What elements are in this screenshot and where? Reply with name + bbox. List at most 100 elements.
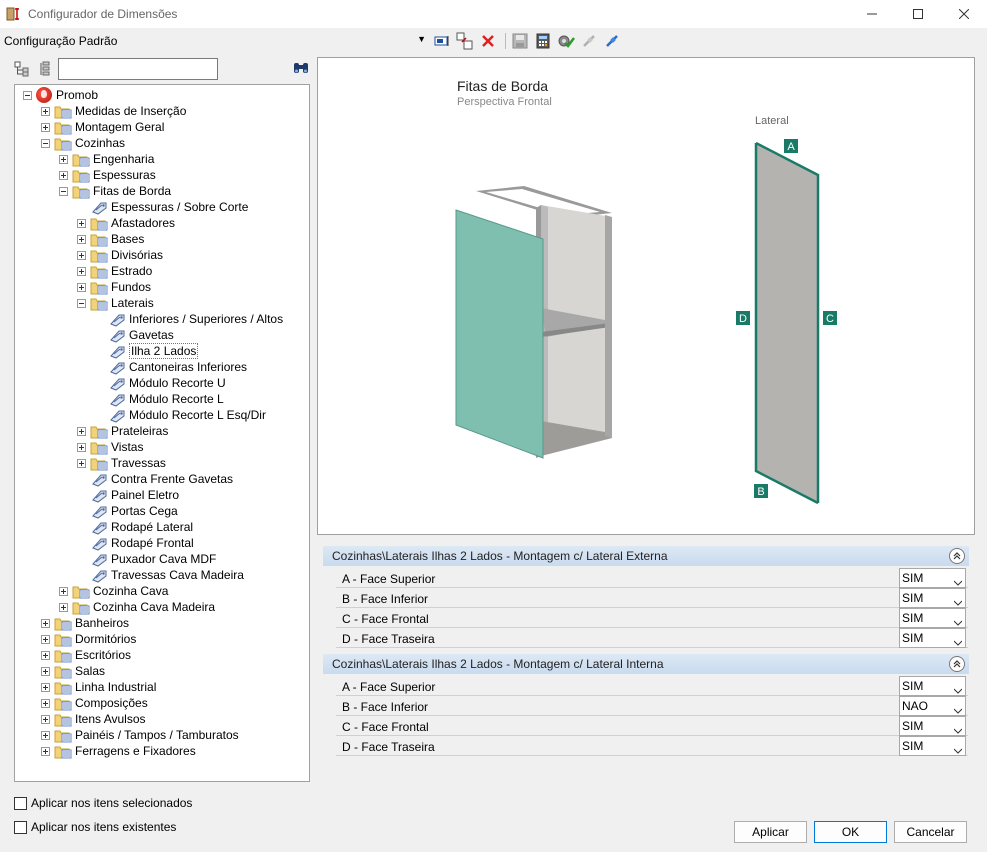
collapse-icon[interactable] (59, 186, 68, 196)
expand-icon[interactable] (77, 218, 86, 228)
collapse-group-button[interactable] (949, 656, 965, 672)
tree-item[interactable]: Divisórias (77, 247, 163, 263)
tree-item[interactable]: Banheiros (41, 615, 129, 631)
expand-icon[interactable] (59, 586, 68, 596)
tree-item[interactable]: Módulo Recorte L Esq/Dir (95, 407, 266, 423)
tree-item[interactable]: Cozinha Cava (59, 583, 168, 599)
tree-item[interactable]: Puxador Cava MDF (77, 551, 216, 567)
tree-item[interactable]: Dormitórios (41, 631, 136, 647)
tree-item[interactable]: Afastadores (77, 215, 175, 231)
property-select[interactable]: SIM (899, 736, 966, 756)
configuration-dropdown[interactable]: Configuração Padrão ▼ (2, 31, 428, 51)
save-button[interactable] (510, 31, 530, 51)
expand-icon[interactable] (41, 122, 50, 132)
tree-item[interactable]: Rodapé Frontal (77, 535, 194, 551)
tree-item[interactable]: Promob (23, 87, 98, 103)
tree-item[interactable]: Espessuras (59, 167, 156, 183)
expand-icon[interactable] (41, 746, 50, 756)
tree-item[interactable]: Travessas Cava Madeira (77, 567, 244, 583)
tree-item[interactable]: Cozinha Cava Madeira (59, 599, 215, 615)
property-select[interactable]: NAO (899, 696, 966, 716)
tree-item[interactable]: Linha Industrial (41, 679, 156, 695)
tree-item[interactable]: Prateleiras (77, 423, 168, 439)
apply-existing-option[interactable]: Aplicar nos itens existentes (14, 820, 176, 834)
expand-icon[interactable] (41, 618, 50, 628)
tree-item[interactable]: Ilha 2 Lados (95, 343, 199, 359)
tree-item[interactable]: Escritórios (41, 647, 131, 663)
cancel-button[interactable]: Cancelar (894, 821, 967, 843)
tree-item[interactable]: Vistas (77, 439, 143, 455)
expand-icon[interactable] (41, 698, 50, 708)
expand-icon[interactable] (41, 730, 50, 740)
calculator-button[interactable] (533, 31, 553, 51)
ok-button[interactable]: OK (814, 821, 887, 843)
tree-item[interactable]: Montagem Geral (41, 119, 164, 135)
collapse-group-button[interactable] (949, 548, 965, 564)
expand-icon[interactable] (77, 426, 86, 436)
tree-item[interactable]: Travessas (77, 455, 166, 471)
expand-icon[interactable] (77, 250, 86, 260)
expand-icon[interactable] (41, 682, 50, 692)
apply-selected-option[interactable]: Aplicar nos itens selecionados (14, 796, 192, 810)
tree-item[interactable]: Cantoneiras Inferiores (95, 359, 247, 375)
tree-item[interactable]: Laterais (77, 295, 154, 311)
tree-item[interactable]: Cozinhas (41, 135, 125, 151)
expand-icon[interactable] (41, 634, 50, 644)
tree-item[interactable]: Fitas de Borda (59, 183, 171, 199)
tree-item[interactable]: Ferragens e Fixadores (41, 743, 196, 759)
tree-item[interactable]: Bases (77, 231, 144, 247)
tree-item[interactable]: Gavetas (95, 327, 174, 343)
tree-item[interactable]: Rodapé Lateral (77, 519, 193, 535)
property-select[interactable]: SIM (899, 716, 966, 736)
tree-item[interactable]: Inferiores / Superiores / Altos (95, 311, 283, 327)
apply-button[interactable]: Aplicar (734, 821, 807, 843)
tree-item[interactable]: Portas Cega (77, 503, 178, 519)
expand-icon[interactable] (77, 282, 86, 292)
expand-icon[interactable] (41, 106, 50, 116)
category-tree[interactable]: Promob Medidas de Inserção Montagem Geral C… (14, 84, 310, 782)
expand-icon[interactable] (77, 234, 86, 244)
tree-item[interactable]: Estrado (77, 263, 152, 279)
tree-search-input[interactable] (58, 58, 218, 80)
find-button[interactable] (292, 60, 310, 76)
collapse-icon[interactable] (77, 298, 86, 308)
expand-tree-button[interactable] (14, 61, 30, 77)
tree-item[interactable]: Espessuras / Sobre Corte (77, 199, 248, 215)
tree-item[interactable]: Salas (41, 663, 105, 679)
maximize-button[interactable] (895, 0, 941, 28)
expand-icon[interactable] (59, 154, 68, 164)
property-group-header[interactable]: Cozinhas\Laterais Ilhas 2 Lados - Montag… (323, 546, 969, 566)
tree-item[interactable]: Painéis / Tampos / Tamburatos (41, 727, 239, 743)
expand-icon[interactable] (59, 170, 68, 180)
expand-icon[interactable] (41, 666, 50, 676)
tree-item[interactable]: Fundos (77, 279, 151, 295)
tree-item[interactable]: Contra Frente Gavetas (77, 471, 233, 487)
tree-item[interactable]: Itens Avulsos (41, 711, 146, 727)
tree-item[interactable]: Composições (41, 695, 148, 711)
property-select[interactable]: SIM (899, 676, 966, 696)
expand-icon[interactable] (41, 650, 50, 660)
minimize-button[interactable] (849, 0, 895, 28)
property-select[interactable]: SIM (899, 628, 966, 648)
property-select[interactable]: SIM (899, 568, 966, 588)
close-button[interactable] (941, 0, 987, 28)
apply-existing-checkbox[interactable] (14, 820, 27, 834)
tree-item[interactable]: Painel Eletro (77, 487, 179, 503)
property-select[interactable]: SIM (899, 608, 966, 628)
expand-icon[interactable] (77, 442, 86, 452)
connect-button[interactable] (602, 31, 622, 51)
property-select[interactable]: SIM (899, 588, 966, 608)
settings-check-button[interactable] (556, 31, 576, 51)
collapse-tree-button[interactable] (38, 61, 54, 77)
collapse-icon[interactable] (41, 138, 50, 148)
apply-selected-checkbox[interactable] (14, 796, 27, 810)
tree-item[interactable]: Módulo Recorte U (95, 375, 226, 391)
collapse-icon[interactable] (23, 90, 32, 100)
tree-item[interactable]: Módulo Recorte L (95, 391, 224, 407)
delete-button[interactable] (478, 31, 498, 51)
expand-icon[interactable] (77, 266, 86, 276)
tree-item[interactable]: Engenharia (59, 151, 154, 167)
tree-item[interactable]: Medidas de Inserção (41, 103, 186, 119)
rename-button[interactable] (432, 31, 452, 51)
disconnect-button[interactable] (579, 31, 599, 51)
